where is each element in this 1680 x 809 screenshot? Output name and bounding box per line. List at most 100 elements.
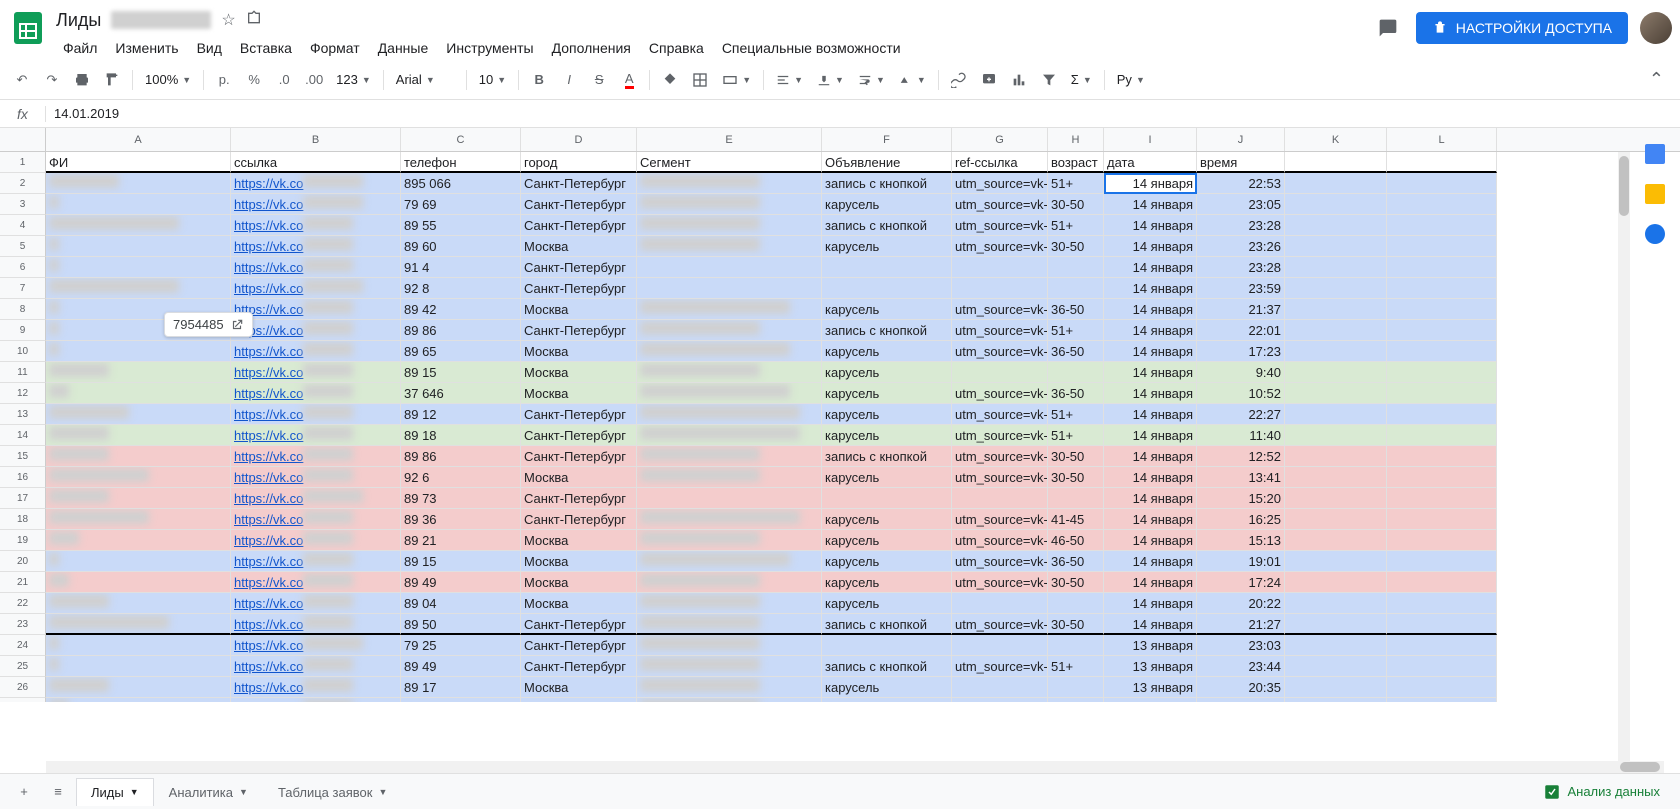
cell-link[interactable]: https://vk.co [231,572,401,593]
cell-time[interactable]: 12:52 [1197,446,1285,467]
cell-link[interactable]: https://vk.co [231,530,401,551]
cell-phone[interactable]: 89 15 [401,551,521,572]
cell-empty[interactable] [1285,173,1387,194]
cell-phone[interactable]: 89 21 [401,530,521,551]
menu-Файл[interactable]: Файл [56,36,104,60]
rotate-button[interactable]: ▼ [893,66,932,94]
cell-ref[interactable]: utm_source=vk- [952,614,1048,635]
cell-empty[interactable] [1387,341,1497,362]
header-cell[interactable]: Объявление [822,152,952,173]
cell-ad[interactable]: запись с кнопкой [822,614,952,635]
cell-name[interactable] [46,215,231,236]
cell-segment[interactable] [637,530,822,551]
cell-phone[interactable]: 89 75 [401,698,521,702]
cell-time[interactable]: 20:22 [1197,593,1285,614]
cell-date[interactable]: 14 января [1104,257,1197,278]
cell-segment[interactable] [637,614,822,635]
cell-phone[interactable]: 79 69 [401,194,521,215]
cell-age[interactable] [1048,278,1104,299]
cell-age[interactable] [1048,362,1104,383]
cell-phone[interactable]: 89 49 [401,656,521,677]
cell-empty[interactable] [1285,236,1387,257]
cell-segment[interactable] [637,551,822,572]
wrap-button[interactable]: ▼ [852,66,891,94]
cell-segment[interactable] [637,278,822,299]
sheet-tab-Аналитика[interactable]: Аналитика ▼ [154,778,263,806]
col-header-A[interactable]: A [46,128,231,151]
cell-segment[interactable] [637,572,822,593]
keep-icon[interactable] [1645,184,1665,204]
cell-name[interactable] [46,572,231,593]
cell-ref[interactable]: utm_source=vk- [952,383,1048,404]
cell-city[interactable]: Санкт-Петербург [521,257,637,278]
header-cell[interactable]: возраст [1048,152,1104,173]
cell-phone[interactable]: 89 18 [401,425,521,446]
sheet-tab-Лиды[interactable]: Лиды ▼ [76,778,154,806]
cell-ad[interactable]: карусель [822,383,952,404]
col-header-J[interactable]: J [1197,128,1285,151]
cell-name[interactable] [46,614,231,635]
cell-date[interactable]: 14 января [1104,614,1197,635]
cell-date[interactable]: 14 января [1104,215,1197,236]
paint-format-icon[interactable] [98,66,126,94]
cell-date[interactable]: 14 января [1104,425,1197,446]
cell-link[interactable]: https://vk.co [231,698,401,702]
cell-age[interactable]: 36-50 [1048,299,1104,320]
cell-segment[interactable] [637,215,822,236]
cell-ref[interactable]: utm_source=vk- [952,467,1048,488]
input-lang-button[interactable]: Ру▼ [1111,66,1151,94]
row-header[interactable]: 19 [0,530,46,551]
col-header-F[interactable]: F [822,128,952,151]
cell-age[interactable]: 30-50 [1048,236,1104,257]
cell-ad[interactable]: карусель [822,698,952,702]
cell-empty[interactable] [1285,656,1387,677]
cell-ref[interactable]: utm_source=vk- [952,320,1048,341]
cell-age[interactable] [1048,257,1104,278]
menu-Вставка[interactable]: Вставка [233,36,299,60]
cell-ad[interactable]: карусель [822,425,952,446]
cell-city[interactable]: Москва [521,299,637,320]
formula-input[interactable]: 14.01.2019 [46,106,1680,121]
row-header[interactable]: 26 [0,677,46,698]
cell-age[interactable]: 51+ [1048,215,1104,236]
cell-link[interactable]: https://vk.co [231,299,401,320]
cell-phone[interactable]: 89 17 [401,677,521,698]
cell-empty[interactable] [1285,509,1387,530]
cell-phone[interactable]: 92 8 [401,278,521,299]
cell-date[interactable]: 14 января [1104,551,1197,572]
cell-link[interactable]: https://vk.co [231,320,401,341]
select-all-corner[interactable] [0,128,46,151]
cell-ad[interactable]: карусель [822,404,952,425]
cell-date[interactable]: 13 января [1104,656,1197,677]
cell-name[interactable] [46,257,231,278]
cell-ref[interactable]: utm_source=vk- [952,551,1048,572]
v-align-button[interactable]: ▼ [811,66,850,94]
cell-ad[interactable]: карусель [822,341,952,362]
cell-link[interactable]: https://vk.co [231,551,401,572]
cell-link[interactable]: https://vk.co [231,278,401,299]
cell-phone[interactable]: 89 60 [401,236,521,257]
row-header[interactable]: 8 [0,299,46,320]
col-header-C[interactable]: C [401,128,521,151]
cell-empty[interactable] [1387,320,1497,341]
cell-link[interactable]: https://vk.co [231,656,401,677]
cell-city[interactable]: Москва [521,362,637,383]
cell-date[interactable]: 14 января [1104,362,1197,383]
cell-time[interactable]: 21:27 [1197,614,1285,635]
cell-segment[interactable] [637,257,822,278]
menu-Данные[interactable]: Данные [371,36,436,60]
tasks-icon[interactable] [1645,224,1665,244]
cell-time[interactable]: 23:05 [1197,194,1285,215]
cell-age[interactable]: 30-50 [1048,467,1104,488]
cell-link[interactable]: https://vk.co [231,404,401,425]
cell-ad[interactable]: карусель [822,362,952,383]
cell-segment[interactable] [637,593,822,614]
cell-ad[interactable]: карусель [822,236,952,257]
font-size-dropdown[interactable]: 10▼ [473,66,512,94]
bold-button[interactable]: B [525,66,553,94]
share-button[interactable]: НАСТРОЙКИ ДОСТУПА [1416,12,1628,44]
chart-button[interactable] [1005,66,1033,94]
row-header[interactable]: 5 [0,236,46,257]
cell-date[interactable]: 14 января [1104,593,1197,614]
cell-date[interactable]: 14 января [1104,320,1197,341]
